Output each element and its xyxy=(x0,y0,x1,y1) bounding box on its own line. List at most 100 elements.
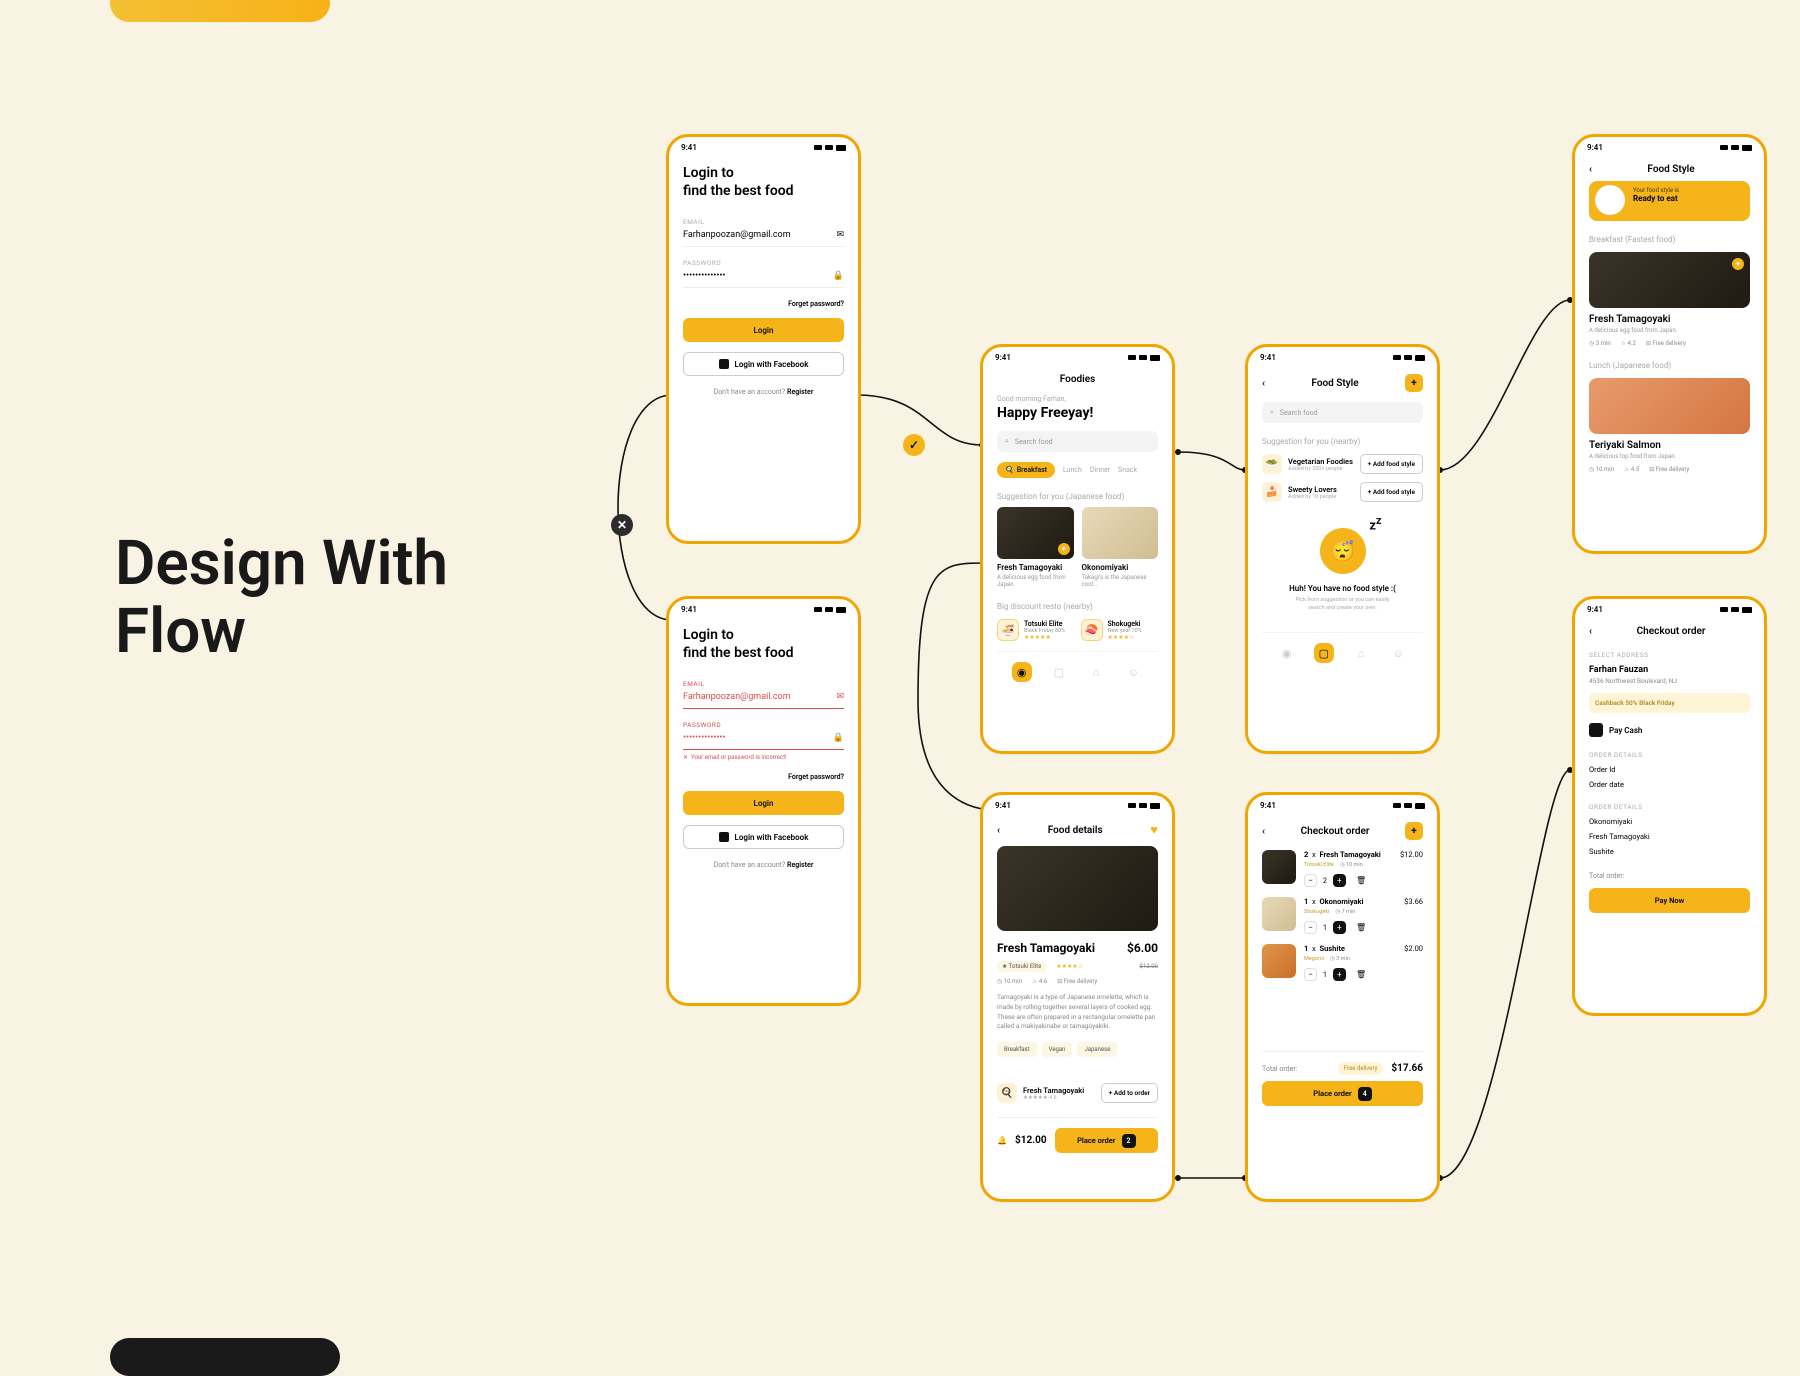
chip-dinner[interactable]: Dinner xyxy=(1090,466,1110,474)
flow-connectors xyxy=(0,0,1800,1360)
section-suggestion: Suggestion for you (Japanese food) xyxy=(997,492,1158,501)
trash-icon[interactable]: 🗑 xyxy=(1356,876,1366,885)
seller-link[interactable]: ★ Totsuki Elite xyxy=(997,961,1046,972)
card-icon xyxy=(1589,723,1603,737)
trash-icon[interactable]: 🗑 xyxy=(1356,923,1366,932)
resto-card[interactable]: 🍜 Totsuki EliteBlack Friday 80%★★★★★ xyxy=(997,619,1075,641)
tab-grid-icon[interactable]: ▢ xyxy=(1049,662,1069,682)
tag[interactable]: Japanese xyxy=(1077,1042,1117,1057)
heart-icon[interactable]: ♥ xyxy=(1058,543,1070,555)
section-breakfast: Breakfast (Fastest food) xyxy=(1589,235,1750,244)
greeting-big: Happy Freeyay! xyxy=(997,405,1158,421)
statusbar: 9:41 xyxy=(1248,347,1437,364)
search-input[interactable]: ⌕Search food xyxy=(997,431,1158,452)
chip-breakfast[interactable]: 🍳Breakfast xyxy=(997,462,1055,478)
food-card[interactable]: ♥ Fresh TamagoyakiA delicious egg food f… xyxy=(997,507,1074,588)
chip-snack[interactable]: Snack xyxy=(1118,466,1137,474)
list-item: Fresh Tamagoyaki xyxy=(1589,832,1750,841)
place-order-button[interactable]: Place order2 xyxy=(1055,1128,1158,1153)
order-id-label: Order Id xyxy=(1589,765,1616,774)
screen-checkout: 9:41 ‹ Checkout order + 2 x Fresh Tamago… xyxy=(1245,792,1440,1202)
category-chips: 🍳Breakfast Lunch Dinner Snack xyxy=(997,462,1158,478)
tab-home-icon[interactable]: ◉ xyxy=(1277,643,1297,663)
screen-food-details: 9:41 ‹ Food details ♥ Fresh Tamagoyaki $… xyxy=(980,792,1175,1202)
tab-grid-icon[interactable]: ▢ xyxy=(1314,643,1334,663)
decor-pill-black xyxy=(110,1338,340,1376)
back-icon[interactable]: ‹ xyxy=(1589,626,1592,637)
back-icon[interactable]: ‹ xyxy=(1262,378,1265,389)
resto-card[interactable]: 🍣 ShokugekiNew year 70%★★★★☆ xyxy=(1081,619,1159,641)
forgot-link[interactable]: Forget password? xyxy=(683,300,844,308)
chip-lunch[interactable]: Lunch xyxy=(1063,466,1082,474)
tab-user-icon[interactable]: ☺ xyxy=(1123,662,1143,682)
suggestion-item[interactable]: 🥗Vegetarian FoodiesAdded by 200+ people … xyxy=(1262,454,1423,474)
rating: ★★★★☆ xyxy=(1056,963,1083,970)
total-label: Total order: xyxy=(1262,1065,1297,1073)
flow-badge-success: ✓ xyxy=(903,434,925,456)
register-link[interactable]: Don't have an account? Register xyxy=(683,861,844,869)
register-link[interactable]: Don't have an account? Register xyxy=(683,388,844,396)
search-icon: ⌕ xyxy=(1005,437,1009,446)
add-food-style-button[interactable]: + Add food style xyxy=(1360,482,1423,502)
login-facebook-button[interactable]: Login with Facebook xyxy=(683,352,844,376)
email-field[interactable]: Farhanpoozan@gmail.com✉ xyxy=(683,688,844,709)
food-image[interactable]: ♥ xyxy=(1589,252,1750,308)
page-title: Design With Flow xyxy=(115,530,448,666)
plus-button[interactable]: + xyxy=(1333,968,1346,981)
error-message: ✕Your email or password is incorrect! xyxy=(683,754,844,761)
tab-house-icon[interactable]: ⌂ xyxy=(1086,662,1106,682)
password-field[interactable]: ••••••••••••••🔒 xyxy=(683,729,844,750)
statusbar: 9:41 xyxy=(1248,795,1437,812)
tabbar: ◉ ▢ ⌂ ☺ xyxy=(1262,632,1423,675)
section-suggestion: Suggestion for you (nearby) xyxy=(1262,437,1423,446)
dish-title: Teriyaki Salmon xyxy=(1589,440,1750,451)
search-input[interactable]: ⌕Search food xyxy=(1262,402,1423,423)
tag[interactable]: Vegan xyxy=(1042,1042,1073,1057)
heart-icon[interactable]: ♥ xyxy=(1732,258,1744,270)
tab-user-icon[interactable]: ☺ xyxy=(1388,643,1408,663)
bell-icon[interactable]: 🔔 xyxy=(997,1136,1007,1145)
place-order-button[interactable]: Place order4 xyxy=(1262,1081,1423,1106)
add-button[interactable]: + xyxy=(1405,822,1423,840)
facebook-icon xyxy=(719,832,729,842)
add-to-order-button[interactable]: + Add to order xyxy=(1101,1083,1158,1103)
lock-icon: 🔒 xyxy=(833,733,844,743)
minus-button[interactable]: − xyxy=(1304,921,1317,934)
food-image[interactable] xyxy=(1589,378,1750,434)
plus-button[interactable]: + xyxy=(1333,921,1346,934)
back-icon[interactable]: ‹ xyxy=(1589,164,1592,175)
add-food-style-button[interactable]: + Add food style xyxy=(1360,454,1423,474)
statusbar: 9:41 xyxy=(669,599,858,616)
add-button[interactable]: + xyxy=(1405,374,1423,392)
tag[interactable]: Breakfast xyxy=(997,1042,1037,1057)
plus-button[interactable]: + xyxy=(1333,874,1346,887)
address-name: Farhan Fauzan xyxy=(1589,665,1750,675)
password-field[interactable]: ••••••••••••••🔒 xyxy=(683,267,844,288)
email-field[interactable]: Farhanpoozan@gmail.com✉ xyxy=(683,226,844,247)
decor-pill-yellow xyxy=(110,0,330,22)
forgot-link[interactable]: Forget password? xyxy=(683,773,844,781)
login-facebook-button[interactable]: Login with Facebook xyxy=(683,825,844,849)
screen-title: Food Style xyxy=(1311,378,1358,389)
password-label: PASSWORD xyxy=(683,721,844,729)
tab-home-icon[interactable]: ◉ xyxy=(1012,662,1032,682)
order-details-heading: ORDER DETAILS xyxy=(1589,751,1750,759)
tab-house-icon[interactable]: ⌂ xyxy=(1351,643,1371,663)
mascot-icon: 😴zz xyxy=(1320,528,1366,574)
back-icon[interactable]: ‹ xyxy=(997,825,1000,836)
login-button[interactable]: Login xyxy=(683,791,844,815)
pay-now-button[interactable]: Pay Now xyxy=(1589,888,1750,913)
mail-icon: ✉ xyxy=(836,230,844,240)
pay-method[interactable]: Pay Cash xyxy=(1589,723,1750,737)
app-title: Foodies xyxy=(997,374,1158,385)
order-item: 2 x Fresh Tamagoyaki$12.00 Totsuki Elite… xyxy=(1262,850,1423,887)
suggestion-item[interactable]: 🍰Sweety LoversAdded by 10 people + Add f… xyxy=(1262,482,1423,502)
minus-button[interactable]: − xyxy=(1304,968,1317,981)
heart-icon[interactable]: ♥ xyxy=(1150,822,1158,838)
back-icon[interactable]: ‹ xyxy=(1262,826,1265,837)
footer-total: $12.00 xyxy=(1015,1135,1047,1146)
login-button[interactable]: Login xyxy=(683,318,844,342)
food-card[interactable]: OkonomiyakiTakagi's is the Japanese cool… xyxy=(1082,507,1159,588)
minus-button[interactable]: − xyxy=(1304,874,1317,887)
trash-icon[interactable]: 🗑 xyxy=(1356,970,1366,979)
